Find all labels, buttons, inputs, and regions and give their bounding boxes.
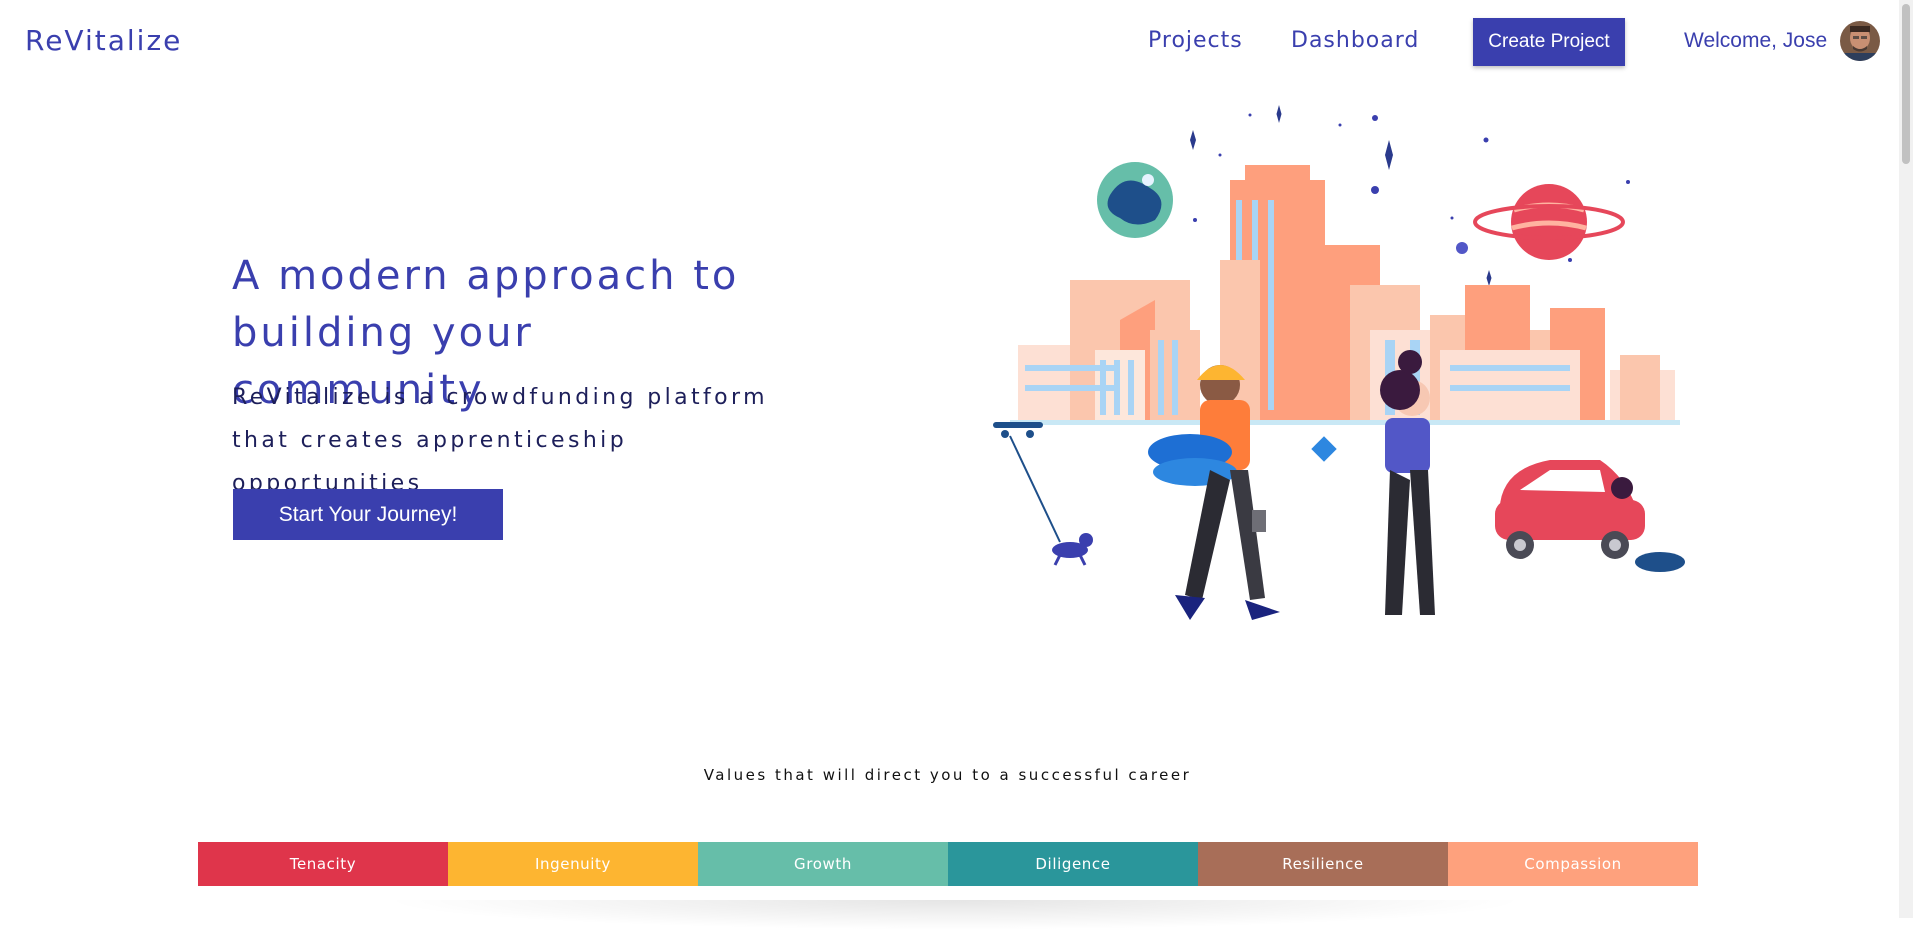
user-avatar[interactable] [1840,21,1880,61]
values-bar: Tenacity Ingenuity Growth Diligence Resi… [198,842,1698,886]
value-diligence[interactable]: Diligence [948,842,1198,886]
value-ingenuity[interactable]: Ingenuity [448,842,698,886]
card-shadow [380,900,1530,930]
value-compassion[interactable]: Compassion [1448,842,1698,886]
drone-and-dog [993,422,1093,566]
ringed-planet [1473,184,1625,260]
scrollbar-thumb[interactable] [1902,4,1910,164]
nav-projects-link[interactable]: Projects [1148,28,1243,53]
hero-title-line1: A modern approach to [232,253,740,299]
create-project-button[interactable]: Create Project [1473,18,1625,66]
top-nav: ReVitalize Projects Dashboard Create Pro… [0,0,1913,86]
value-resilience[interactable]: Resilience [1198,842,1448,886]
page-scrollbar[interactable] [1899,0,1913,918]
value-growth[interactable]: Growth [698,842,948,886]
hero-sub-line2: that creates apprenticeship opportunitie… [232,428,628,496]
red-car [1495,460,1685,572]
logo[interactable]: ReVitalize [25,24,182,57]
city-illustration [993,105,1685,620]
values-caption: Values that will direct you to a success… [703,766,1192,784]
start-journey-button[interactable]: Start Your Journey! [233,489,503,540]
welcome-text: Welcome, Jose [1684,29,1828,52]
avatar-icon [1840,21,1880,61]
hero-subtitle: ReVitalize is a crowdfunding platform th… [232,376,792,505]
nav-dashboard-link[interactable]: Dashboard [1291,28,1419,53]
earth-planet [1097,162,1173,238]
value-tenacity[interactable]: Tenacity [198,842,448,886]
hero-sub-line1: ReVitalize is a crowdfunding platform [232,385,768,410]
